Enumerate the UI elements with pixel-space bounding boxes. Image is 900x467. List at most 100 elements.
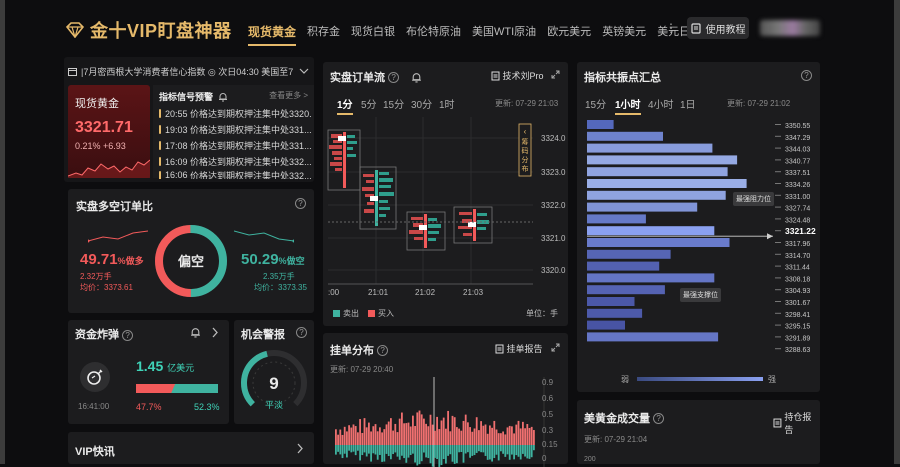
resonance-price-label: 3314.70: [785, 253, 810, 260]
legend-swatch-buy: [368, 310, 375, 317]
nav-item-eurusd[interactable]: 欧元美元: [547, 23, 591, 40]
resonance-bar: [587, 297, 635, 306]
pending-bar-red: [396, 432, 399, 445]
pending-bar-green: [403, 445, 405, 459]
spot-gold-quote-card[interactable]: 现货黄金 3321.71 0.21% +6.93: [68, 85, 150, 178]
long-short-title: 实盘多空订单比: [76, 201, 153, 213]
signal-item[interactable]: 19:03 价格达到期权押注集中处331...: [159, 123, 311, 136]
pending-bar-green: [451, 445, 454, 462]
resonance-bar: [587, 202, 698, 212]
pending-bar-green: [394, 445, 397, 453]
tech-pro-button[interactable]: 技术刘Pro: [491, 69, 544, 82]
bell-icon[interactable]: [411, 72, 422, 83]
pending-bar-red: [526, 424, 529, 445]
pending-bar-red: [515, 424, 518, 445]
expand-icon[interactable]: [551, 70, 560, 79]
orderflow-chart: ‹ 筹码分布 3324.0 3323.0 3322.0 3321.0 3320.…: [327, 117, 566, 297]
pending-bar-green: [462, 445, 465, 463]
resonance-tab-15m[interactable]: 15分: [585, 96, 606, 111]
pending-bar-red: [403, 423, 405, 445]
resonance-price-label: 3337.51: [785, 170, 810, 177]
long-trend-line: [88, 230, 148, 243]
x-tick: 21:02: [415, 288, 436, 297]
bell-icon[interactable]: [218, 92, 228, 102]
resonance-tab-1h[interactable]: 1小时: [615, 96, 641, 115]
resonance-tab-1d[interactable]: 1日: [680, 96, 696, 111]
pending-bar-red: [392, 430, 394, 445]
chevron-right-icon[interactable]: [296, 443, 304, 454]
pending-bar-red: [480, 421, 482, 445]
resonance-price-label: 3327.74: [785, 206, 810, 213]
news-ticker[interactable]: |7月密西根大学消费者信心指数 ◎ 次日04:30 美国至7月25日当周: [68, 60, 314, 82]
help-icon[interactable]: ?: [295, 198, 306, 209]
document-icon: [773, 418, 782, 428]
diamond-icon: [66, 22, 84, 38]
gold-volume-title: 美黄金成交量: [584, 413, 650, 425]
y-tick: 3322.0: [541, 201, 566, 210]
guide-button[interactable]: 使用教程: [687, 17, 749, 39]
expand-icon[interactable]: [551, 343, 560, 352]
help-icon[interactable]: ?: [377, 344, 389, 356]
resonance-tab-4h[interactable]: 4小时: [648, 96, 674, 111]
resonance-price-label: 3298.41: [785, 312, 810, 319]
resonance-price-label: 3317.96: [785, 241, 810, 248]
quote-sparkline: [68, 159, 150, 178]
pending-bar-red: [502, 431, 504, 445]
pending-bar-green: [407, 445, 410, 458]
signal-item[interactable]: 17:08 价格达到期权押注集中处331...: [159, 139, 311, 152]
pending-bar-red: [365, 427, 368, 445]
nav-item-wti[interactable]: 美国WTI原油: [472, 23, 536, 40]
pending-bar-green: [517, 445, 520, 457]
user-avatar[interactable]: [760, 20, 820, 36]
orderflow-tab-30m[interactable]: 30分: [411, 96, 432, 111]
orderflow-tab-5m[interactable]: 5分: [361, 96, 377, 111]
pending-bar-red: [416, 412, 419, 445]
nav-more-button[interactable]: ⋮: [665, 21, 677, 35]
pending-report-button[interactable]: 挂单报告: [495, 342, 543, 355]
chevron-down-icon[interactable]: [299, 67, 309, 75]
vip-news-panel[interactable]: VIP快讯: [68, 432, 314, 464]
signal-item[interactable]: 16:09 价格达到期权押注集中处332...: [159, 155, 311, 168]
orderflow-tab-15m[interactable]: 15分: [383, 96, 404, 111]
pending-bar-green: [493, 445, 496, 459]
pending-bar-red: [478, 430, 480, 445]
document-icon: [159, 171, 161, 179]
nav-item-brent[interactable]: 布伦特原油: [406, 23, 461, 40]
pending-bar-green: [354, 445, 357, 456]
help-icon[interactable]: ?: [653, 412, 665, 424]
legend-swatch-sell: [333, 310, 340, 317]
nav-item-spot-gold[interactable]: 现货黄金: [248, 23, 297, 46]
help-icon[interactable]: ?: [296, 327, 307, 338]
pending-bar-red: [447, 410, 449, 445]
pending-bar-red: [427, 426, 430, 445]
orderflow-tab-1m[interactable]: 1分: [337, 96, 353, 115]
signal-item[interactable]: 16:06 价格达到期权押注集中处332...: [159, 171, 311, 179]
pending-bar-green: [524, 445, 526, 457]
pending-bar-green: [495, 445, 498, 455]
app-logo[interactable]: 金十VIP盯盘神器: [66, 17, 232, 43]
help-icon[interactable]: ?: [801, 70, 812, 81]
resonance-price-label: 3308.18: [785, 276, 810, 283]
nav-item-gold-deposit[interactable]: 积存金: [307, 23, 340, 40]
opportunity-alert-panel: 机会警报 ? 9 平淡: [234, 320, 314, 424]
pending-bar-green: [420, 445, 423, 462]
alert-title: 机会警报: [241, 329, 285, 341]
orderflow-tab-1h[interactable]: 1时: [439, 96, 455, 111]
signals-see-more-link[interactable]: 查看更多 >: [269, 90, 308, 101]
pending-bar-green: [478, 445, 480, 452]
pending-bar-green: [467, 445, 469, 453]
help-icon[interactable]: ?: [388, 71, 400, 83]
nav-item-gbpusd[interactable]: 英镑美元: [602, 23, 646, 40]
chevron-right-icon[interactable]: [211, 327, 219, 338]
vip-title: VIP快讯: [75, 446, 115, 458]
nav-item-spot-silver[interactable]: 现货白银: [351, 23, 395, 40]
pending-bar-green: [480, 445, 482, 453]
resonance-title: 指标共振点汇总: [584, 72, 661, 84]
short-lots: 2.35万手: [263, 272, 295, 281]
signal-item[interactable]: 20:55 价格达到期权押注集中处3320...: [159, 107, 311, 120]
position-report-button[interactable]: 持仓报告: [773, 410, 820, 436]
help-icon[interactable]: ?: [122, 330, 134, 341]
long-avg-price: 均价：3373.61: [80, 283, 133, 292]
bell-icon[interactable]: [190, 327, 201, 338]
pending-bar-red: [339, 429, 342, 445]
